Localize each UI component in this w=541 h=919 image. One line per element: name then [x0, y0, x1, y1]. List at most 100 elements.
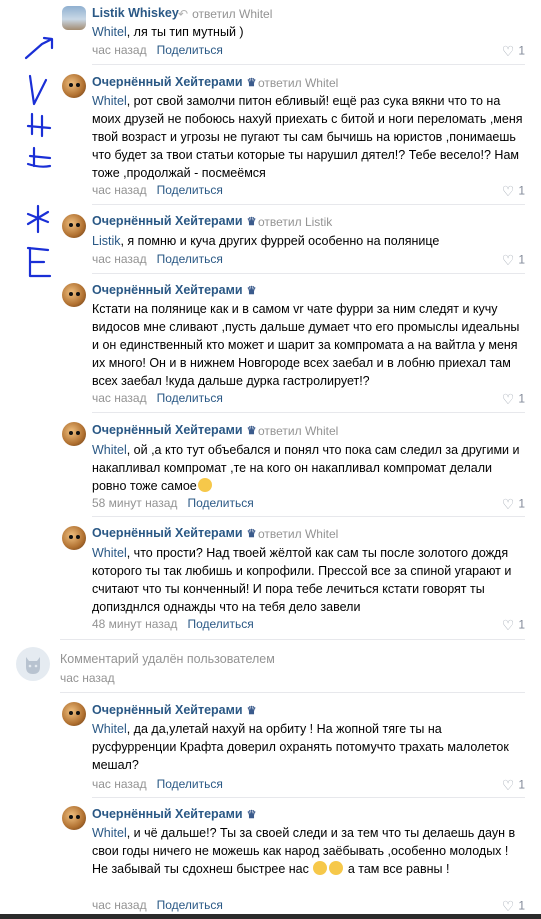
avatar[interactable]	[62, 283, 86, 307]
heart-icon: ♡	[501, 252, 515, 268]
comment-author[interactable]: Очернённый Хейтерами ♛	[92, 75, 256, 89]
mention-link[interactable]: Whitel	[92, 25, 127, 39]
crown-icon: ♛	[246, 77, 257, 90]
avatar[interactable]	[62, 702, 86, 726]
comment-meta: час назад Поделиться	[92, 43, 223, 57]
mention-link[interactable]: Whitel	[92, 443, 127, 457]
replied-to: ответил Whitel	[258, 424, 339, 438]
like-button[interactable]: ♡ 1	[502, 43, 525, 60]
comment-text: Whitel, да да,улетай нахуй на орбиту ! Н…	[92, 722, 509, 772]
replied-to: ↶ ответил Whitel	[178, 7, 273, 21]
like-button[interactable]: ♡ 1	[502, 252, 525, 269]
divider	[92, 64, 525, 65]
bottom-border	[0, 914, 541, 919]
timestamp[interactable]: час назад	[60, 671, 115, 685]
heart-icon: ♡	[501, 43, 515, 59]
heart-icon: ♡	[501, 617, 515, 633]
replied-to: ответил Whitel	[258, 527, 339, 541]
timestamp[interactable]: час назад	[92, 898, 147, 912]
timestamp[interactable]: час назад	[92, 777, 147, 791]
share-button[interactable]: Поделиться	[157, 183, 223, 197]
comment-author[interactable]: Очернённый Хейтерами ♛	[92, 807, 256, 821]
comment-author[interactable]: Очернённый Хейтерами ♛	[92, 703, 256, 717]
divider	[92, 412, 525, 413]
comment-meta: час назад Поделиться	[92, 777, 223, 791]
like-button[interactable]: ♡ 1	[502, 391, 525, 408]
crown-icon: ♛	[246, 425, 257, 438]
like-button[interactable]: ♡ 1	[502, 496, 525, 513]
comment-text: Whitel, ой ,а кто тут объебался и понял …	[92, 443, 520, 493]
comment-author[interactable]: Очернённый Хейтерами ♛	[92, 423, 256, 437]
mention-link[interactable]: Whitel	[92, 94, 127, 108]
mention-link[interactable]: Whitel	[92, 722, 127, 736]
avatar[interactable]	[62, 74, 86, 98]
divider	[60, 692, 525, 693]
comment-meta: 48 минут назад Поделиться	[92, 617, 254, 631]
timestamp[interactable]: час назад	[92, 43, 147, 57]
share-button[interactable]: Поделиться	[157, 252, 223, 266]
divider	[92, 797, 525, 798]
replied-to: ответил Listik	[258, 215, 333, 229]
mention-link[interactable]: Listik	[92, 234, 120, 248]
timestamp[interactable]: 48 минут назад	[92, 617, 177, 631]
comment-text: Whitel, что прости? Над твоей жёлтой как…	[92, 546, 512, 614]
comment-author[interactable]: Очернённый Хейтерами ♛	[92, 526, 256, 540]
reply-arrow-icon: ↶	[178, 7, 189, 21]
mention-link[interactable]: Whitel	[92, 826, 127, 840]
heart-icon: ♡	[501, 898, 515, 914]
rofl-emoji-icon	[329, 861, 344, 875]
timestamp[interactable]: час назад	[92, 252, 147, 266]
dog-placeholder-icon	[26, 657, 40, 674]
divider	[60, 639, 525, 640]
like-button[interactable]: ♡ 1	[502, 777, 525, 794]
handwritten-scribble	[24, 36, 54, 278]
deleted-notice: Комментарий удалён пользователем	[60, 652, 275, 666]
avatar[interactable]	[62, 214, 86, 238]
grin-emoji-icon	[313, 861, 328, 875]
comment-author[interactable]: Очернённый Хейтерами ♛	[92, 214, 256, 228]
comment-text: Whitel, рот свой замолчи питон ебливый! …	[92, 94, 523, 180]
share-button[interactable]: Поделиться	[157, 391, 223, 405]
share-button[interactable]: Поделиться	[157, 898, 223, 912]
divider	[92, 204, 525, 205]
deleted-user-avatar	[16, 647, 50, 681]
like-button[interactable]: ♡ 1	[502, 617, 525, 634]
avatar[interactable]	[62, 806, 86, 830]
comment-author[interactable]: Очернённый Хейтерами ♛	[92, 283, 256, 297]
heart-icon: ♡	[501, 777, 515, 793]
like-button[interactable]: ♡ 1	[502, 898, 525, 915]
share-button[interactable]: Поделиться	[157, 777, 223, 791]
comment-meta: час назад Поделиться	[92, 391, 223, 405]
share-button[interactable]: Поделиться	[187, 496, 253, 510]
comment-meta: 58 минут назад Поделиться	[92, 496, 254, 510]
timestamp[interactable]: час назад	[92, 183, 147, 197]
heart-icon: ♡	[501, 496, 515, 512]
share-button[interactable]: Поделиться	[187, 617, 253, 631]
divider	[92, 516, 525, 517]
divider	[92, 273, 525, 274]
avatar[interactable]	[62, 422, 86, 446]
mention-link[interactable]: Whitel	[92, 546, 127, 560]
comment-meta: час назад Поделиться	[92, 898, 223, 912]
timestamp[interactable]: 58 минут назад	[92, 496, 177, 510]
replied-to: ответил Whitel	[258, 76, 339, 90]
avatar[interactable]	[62, 526, 86, 550]
grin-emoji-icon	[197, 478, 212, 492]
heart-icon: ♡	[501, 391, 515, 407]
crown-icon: ♛	[246, 528, 257, 541]
like-button[interactable]: ♡ 1	[502, 183, 525, 200]
comment-author[interactable]: Listik Whiskey	[92, 6, 179, 20]
comment-meta: час назад Поделиться	[92, 252, 223, 266]
avatar[interactable]	[62, 6, 86, 30]
comment-text: Кстати на полянице как и в самом vr чате…	[92, 302, 520, 388]
comment-text: Listik, я помню и куча других фуррей осо…	[92, 234, 440, 248]
timestamp[interactable]: час назад	[92, 391, 147, 405]
comment-text: Whitel, ля ты тип мутный )	[92, 25, 244, 39]
crown-icon: ♛	[246, 809, 257, 822]
crown-icon: ♛	[246, 285, 257, 298]
comment-meta: час назад Поделиться	[92, 183, 223, 197]
share-button[interactable]: Поделиться	[157, 43, 223, 57]
crown-icon: ♛	[246, 705, 257, 718]
crown-icon: ♛	[246, 216, 257, 229]
heart-icon: ♡	[501, 183, 515, 199]
